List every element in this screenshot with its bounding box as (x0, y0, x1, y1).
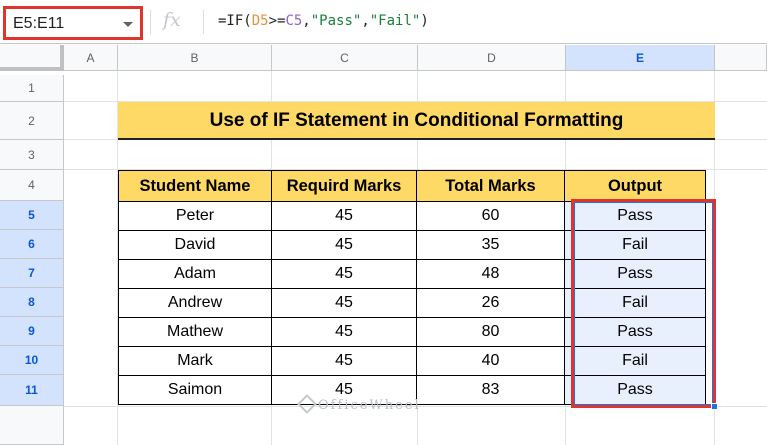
row-header-9[interactable]: 9 (0, 317, 64, 346)
row-header-2[interactable]: 2 (0, 102, 64, 140)
formula-ref-c5: C5 (285, 13, 303, 29)
cell-total[interactable]: 60 (416, 201, 565, 231)
row-header-4[interactable]: 4 (0, 170, 64, 201)
cell-total[interactable]: 35 (416, 230, 565, 260)
column-header-e[interactable]: E (566, 45, 715, 71)
name-box-value[interactable]: E5:E11 (13, 15, 64, 33)
row-header-10[interactable]: 10 (0, 346, 64, 375)
row-header-1[interactable]: 1 (0, 75, 64, 102)
fx-icon: fx (163, 9, 181, 31)
formula-bar: E5:E11 fx =IF(D5>=C5,"Pass","Fail") (0, 0, 767, 44)
cell-total[interactable]: 83 (416, 375, 565, 405)
cell-name[interactable]: Saimon (118, 375, 272, 405)
divider (150, 10, 151, 34)
formula-ref-d5: D5 (251, 13, 269, 29)
row-header-12[interactable] (0, 406, 64, 445)
column-header-a[interactable]: A (64, 45, 118, 71)
header-total-marks[interactable]: Total Marks (416, 170, 565, 202)
formula-input[interactable]: =IF(D5>=C5,"Pass","Fail") (218, 13, 429, 29)
cell-name[interactable]: Mark (118, 346, 272, 376)
name-box[interactable]: E5:E11 (3, 6, 143, 40)
header-required-marks[interactable]: Requird Marks (271, 170, 417, 202)
cell-name[interactable]: Adam (118, 259, 272, 289)
cell-name[interactable]: Andrew (118, 288, 272, 318)
fill-handle[interactable] (711, 403, 718, 410)
row-header-8[interactable]: 8 (0, 288, 64, 317)
select-all-corner[interactable] (0, 45, 64, 71)
formula-comma: , (361, 13, 370, 29)
row-header-11[interactable]: 11 (0, 375, 64, 406)
cell-name[interactable]: Peter (118, 201, 272, 231)
row-header-5[interactable]: 5 (0, 201, 64, 230)
cell-name[interactable]: Mathew (118, 317, 272, 347)
cell-required[interactable]: 45 (271, 288, 417, 318)
cell-total[interactable]: 80 (416, 317, 565, 347)
formula-string-pass: "Pass" (310, 13, 362, 29)
header-student-name[interactable]: Student Name (118, 170, 272, 202)
row-header-7[interactable]: 7 (0, 259, 64, 288)
column-header-b[interactable]: B (118, 45, 272, 71)
formula-prefix: =IF( (218, 13, 252, 29)
column-header-c[interactable]: C (272, 45, 418, 71)
row-header-3[interactable]: 3 (0, 140, 64, 170)
cell-total[interactable]: 48 (416, 259, 565, 289)
formula-string-fail: "Fail" (369, 13, 421, 29)
divider (203, 10, 204, 34)
sheet-title[interactable]: Use of IF Statement in Conditional Forma… (118, 102, 715, 140)
cell-name[interactable]: David (118, 230, 272, 260)
header-output[interactable]: Output (564, 170, 706, 202)
cell-required[interactable]: 45 (271, 317, 417, 347)
chevron-down-icon[interactable] (123, 22, 133, 27)
formula-operator: >= (268, 13, 286, 29)
cell-required[interactable]: 45 (271, 230, 417, 260)
column-header-f[interactable] (715, 45, 767, 71)
formula-comma: , (302, 13, 311, 29)
cell-required[interactable]: 45 (271, 346, 417, 376)
cell-required[interactable]: 45 (271, 259, 417, 289)
formula-suffix: ) (420, 13, 429, 29)
cell-total[interactable]: 40 (416, 346, 565, 376)
highlight-box (571, 199, 716, 408)
cell-total[interactable]: 26 (416, 288, 565, 318)
row-header-6[interactable]: 6 (0, 230, 64, 259)
column-header-d[interactable]: D (418, 45, 566, 71)
cell-required[interactable]: 45 (271, 201, 417, 231)
watermark: OfficeWheel (318, 398, 421, 413)
table-header-row: Student Name Requird Marks Total Marks O… (118, 170, 706, 202)
